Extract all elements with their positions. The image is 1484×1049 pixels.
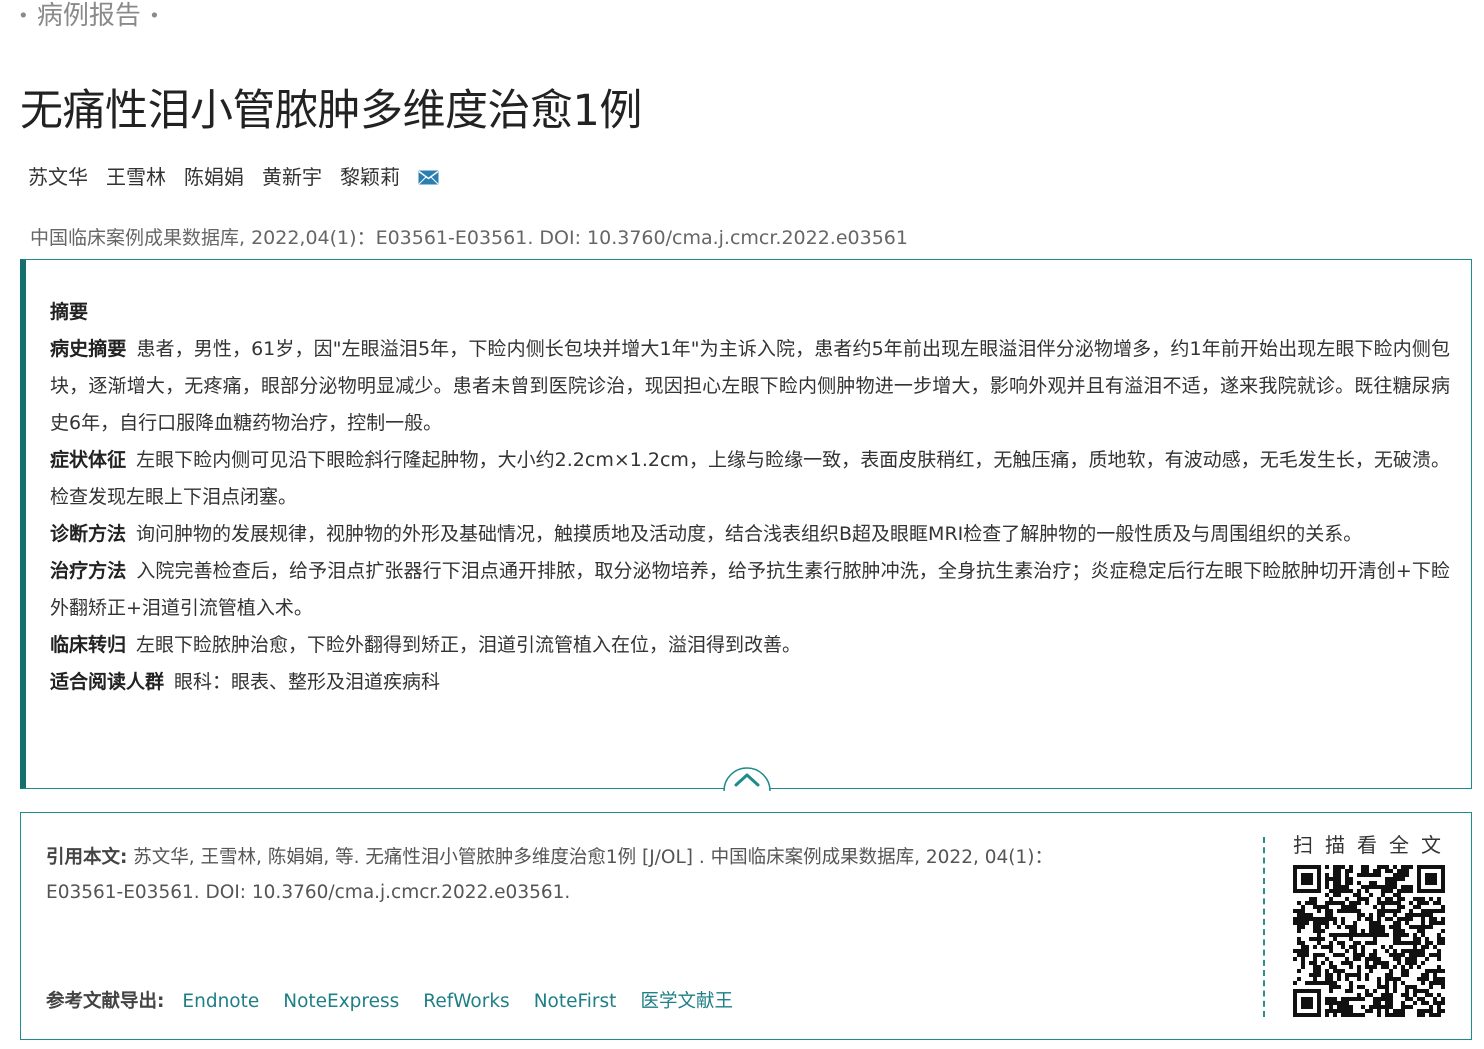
article-title: 无痛性泪小管脓肿多维度治愈1例 [20,86,642,136]
section-label: 症状体征 [50,449,127,471]
section-text: 入院完善检查后，给予泪点扩张器行下泪点通开排脓，取分泌物培养，给予抗生素行脓肿冲… [50,560,1450,619]
abstract-heading: 摘要 [50,301,89,323]
category-dot-left: • [18,5,29,27]
author-link[interactable]: 苏文华 [28,162,88,192]
author-link[interactable]: 黄新宇 [262,162,322,192]
category-label: • 病例报告 • [18,0,160,33]
citation-panel: 引用本文: 苏文华, 王雪林, 陈娟娟, 等. 无痛性泪小管脓肿多维度治愈1例 … [20,812,1472,1040]
citation-body[interactable]: 苏文华, 王雪林, 陈娟娟, 等. 无痛性泪小管脓肿多维度治愈1例 [J/OL]… [46,847,1053,903]
abstract-section: 适合阅读人群 眼科：眼表、整形及泪道疾病科 [50,664,1450,701]
section-label: 病史摘要 [50,338,127,360]
section-text: 左眼下睑脓肿治愈，下睑外翻得到矫正，泪道引流管植入在位，溢泪得到改善。 [136,634,802,656]
export-yixuewenxianwang-link[interactable]: 医学文献王 [640,984,733,1019]
export-label: 参考文献导出: [46,991,165,1012]
category-dot-right: • [149,5,160,27]
abstract-content: 摘要 病史摘要 患者，男性，61岁，因"左眼溢泪5年，下睑内侧长包块并增大1年"为… [50,294,1450,701]
citation-label: 引用本文: [46,847,128,868]
author-list: 苏文华 王雪林 陈娟娟 黄新宇 黎颖莉 [28,162,439,192]
section-text: 眼科：眼表、整形及泪道疾病科 [174,671,441,693]
abstract-section: 病史摘要 患者，男性，61岁，因"左眼溢泪5年，下睑内侧长包块并增大1年"为主诉入… [50,331,1450,442]
section-text: 患者，男性，61岁，因"左眼溢泪5年，下睑内侧长包块并增大1年"为主诉入院，患者… [50,338,1450,434]
abstract-section: 临床转归 左眼下睑脓肿治愈，下睑外翻得到矫正，泪道引流管植入在位，溢泪得到改善。 [50,627,1450,664]
abstract-section: 治疗方法 入院完善检查后，给予泪点扩张器行下泪点通开排脓，取分泌物培养，给予抗生素… [50,553,1450,627]
section-label: 适合阅读人群 [50,671,165,693]
mail-icon[interactable] [418,170,439,185]
section-label: 诊断方法 [50,523,127,545]
qr-label: 扫描看全文 [1293,833,1453,857]
dashed-divider [1263,837,1265,1017]
section-label: 治疗方法 [50,560,127,582]
citation-text: 引用本文: 苏文华, 王雪林, 陈娟娟, 等. 无痛性泪小管脓肿多维度治愈1例 … [46,840,1116,910]
export-endnote-link[interactable]: Endnote [182,984,259,1019]
abstract-section: 症状体征 左眼下睑内侧可见沿下眼睑斜行隆起肿物，大小约2.2cm×1.2cm，上缘… [50,442,1450,516]
qr-code-icon [1293,865,1445,1017]
section-text: 询问肿物的发展规律，视肿物的外形及基础情况，触摸质地及活动度，结合浅表组织B超及… [136,523,1363,545]
author-link[interactable]: 陈娟娟 [184,162,244,192]
chevron-up-icon [723,767,771,792]
section-label: 临床转归 [50,634,127,656]
export-noteexpress-link[interactable]: NoteExpress [283,984,399,1019]
author-link[interactable]: 王雪林 [106,162,166,192]
abstract-panel: 摘要 病史摘要 患者，男性，61岁，因"左眼溢泪5年，下睑内侧长包块并增大1年"为… [20,259,1472,792]
collapse-abstract-button[interactable] [723,761,771,792]
abstract-section: 诊断方法 询问肿物的发展规律，视肿物的外形及基础情况，触摸质地及活动度，结合浅表组… [50,516,1450,553]
author-link[interactable]: 黎颖莉 [340,162,400,192]
section-text: 左眼下睑内侧可见沿下眼睑斜行隆起肿物，大小约2.2cm×1.2cm，上缘与睑缘一… [50,449,1450,508]
article-source: 中国临床案例成果数据库, 2022,04(1)：E03561-E03561. D… [30,227,908,249]
export-refworks-link[interactable]: RefWorks [423,984,509,1019]
category-text: 病例报告 [36,1,141,31]
export-notefirst-link[interactable]: NoteFirst [534,984,617,1019]
reference-export: 参考文献导出: Endnote NoteExpress RefWorks Not… [46,984,757,1019]
